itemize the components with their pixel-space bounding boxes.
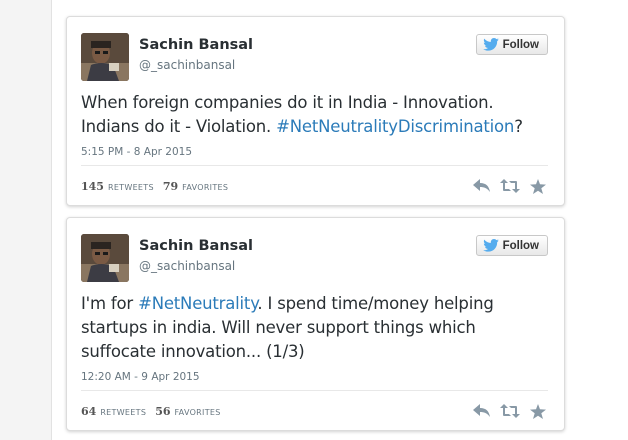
hashtag-link[interactable]: #NetNeutrality	[138, 294, 258, 313]
favorites-count[interactable]: 56	[155, 405, 170, 418]
tweet-card: Sachin Bansal @_sachinbansal Follow I'm …	[66, 217, 565, 431]
retweets-label: Retweets	[107, 183, 154, 192]
follow-button[interactable]: Follow	[475, 34, 548, 55]
tweet-stats: 145 Retweets 79 Favorites	[81, 180, 233, 193]
favorite-star-icon[interactable]	[528, 177, 548, 195]
retweets-label: Retweets	[100, 408, 147, 417]
author-name[interactable]: Sachin Bansal	[139, 37, 253, 53]
follow-button[interactable]: Follow	[475, 235, 548, 256]
hashtag-link[interactable]: #NetNeutralityDiscrimination	[276, 117, 514, 136]
retweet-icon[interactable]	[500, 402, 520, 420]
favorites-count[interactable]: 79	[163, 180, 178, 193]
tweet-timestamp[interactable]: 12:20 AM - 9 Apr 2015	[81, 371, 200, 383]
author-handle[interactable]: @_sachinbansal	[139, 58, 235, 72]
reply-icon[interactable]	[472, 402, 492, 420]
tweet-text-part: I'm for	[81, 294, 139, 313]
tweet-text-part: ?	[514, 117, 523, 136]
twitter-bird-icon	[482, 239, 499, 252]
tweet-actions	[472, 402, 548, 420]
retweets-count[interactable]: 64	[81, 405, 96, 418]
tweet-actions	[472, 177, 548, 195]
author-name[interactable]: Sachin Bansal	[139, 238, 253, 254]
tweet-text: When foreign companies do it in India - …	[81, 91, 550, 139]
twitter-bird-icon	[482, 38, 499, 51]
tweet-stats: 64 Retweets 56 Favorites	[81, 405, 226, 418]
divider	[81, 390, 548, 391]
favorites-label: Favorites	[174, 408, 221, 417]
retweets-count[interactable]: 145	[81, 180, 104, 193]
follow-button-label: Follow	[502, 239, 539, 252]
reply-icon[interactable]	[472, 177, 492, 195]
left-page-gutter	[0, 0, 52, 440]
tweet-text: I'm for #NetNeutrality. I spend time/mon…	[81, 292, 550, 364]
divider	[81, 165, 548, 166]
favorite-star-icon[interactable]	[528, 402, 548, 420]
favorites-label: Favorites	[182, 183, 229, 192]
avatar[interactable]	[81, 234, 129, 282]
avatar[interactable]	[81, 33, 129, 81]
author-handle[interactable]: @_sachinbansal	[139, 259, 235, 273]
retweet-icon[interactable]	[500, 177, 520, 195]
tweet-card: Sachin Bansal @_sachinbansal Follow When…	[66, 16, 565, 206]
tweet-timestamp[interactable]: 5:15 PM - 8 Apr 2015	[81, 146, 192, 158]
follow-button-label: Follow	[502, 38, 539, 51]
